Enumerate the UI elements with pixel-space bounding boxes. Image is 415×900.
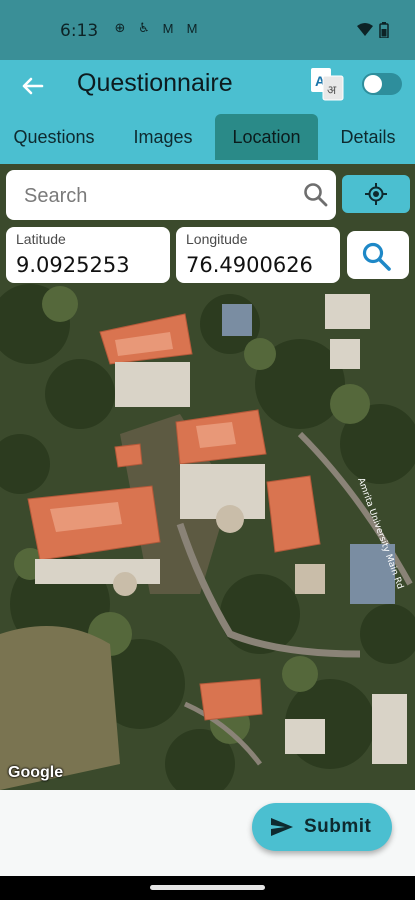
send-icon [271, 818, 293, 836]
status-notification-icons: ⊕ ♿ M M [112, 20, 200, 36]
submit-label: Submit [304, 816, 372, 837]
page-title: Questionnaire [77, 69, 233, 97]
tab-images[interactable]: Images [118, 114, 208, 160]
my-location-icon [365, 183, 387, 205]
status-bar: 6:13 ⊕ ♿ M M [0, 0, 415, 60]
search-icon[interactable] [302, 181, 330, 209]
toggle-switch[interactable] [362, 73, 402, 95]
search-input[interactable] [22, 180, 286, 212]
app-bar: Questionnaire A अ [0, 60, 415, 114]
gmail-icon: M [186, 20, 198, 36]
submit-button[interactable]: Submit [252, 803, 392, 851]
tab-questions[interactable]: Questions [0, 114, 108, 160]
tab-location[interactable]: Location [215, 114, 318, 160]
latitude-label: Latitude [16, 231, 66, 247]
search-bar [6, 170, 336, 220]
svg-text:अ: अ [327, 83, 337, 97]
wifi-icon [357, 23, 373, 36]
translate-icon[interactable]: A अ [309, 66, 345, 102]
search-icon [362, 242, 391, 271]
longitude-value: 76.4900626 [186, 253, 313, 277]
battery-icon [379, 22, 389, 38]
longitude-label: Longitude [186, 231, 248, 247]
accessibility-icon: ♿ [138, 20, 150, 35]
home-gesture-handle[interactable] [150, 885, 265, 890]
toggle-knob [364, 75, 382, 93]
google-attribution: Google [8, 764, 64, 781]
tab-bar: Questions Images Location Details [0, 114, 415, 164]
gmail-icon: M [162, 20, 174, 36]
my-location-button[interactable] [342, 175, 410, 213]
latitude-field[interactable]: Latitude 9.0925253 [6, 227, 170, 283]
latitude-value: 9.0925253 [16, 253, 130, 277]
back-arrow-icon[interactable] [16, 70, 48, 102]
status-system-icons [357, 22, 389, 38]
longitude-field[interactable]: Longitude 76.4900626 [176, 227, 340, 283]
globe-icon: ⊕ [114, 20, 126, 35]
tab-details[interactable]: Details [328, 114, 408, 160]
coordinate-search-button[interactable] [347, 231, 409, 279]
status-time: 6:13 [60, 21, 99, 41]
